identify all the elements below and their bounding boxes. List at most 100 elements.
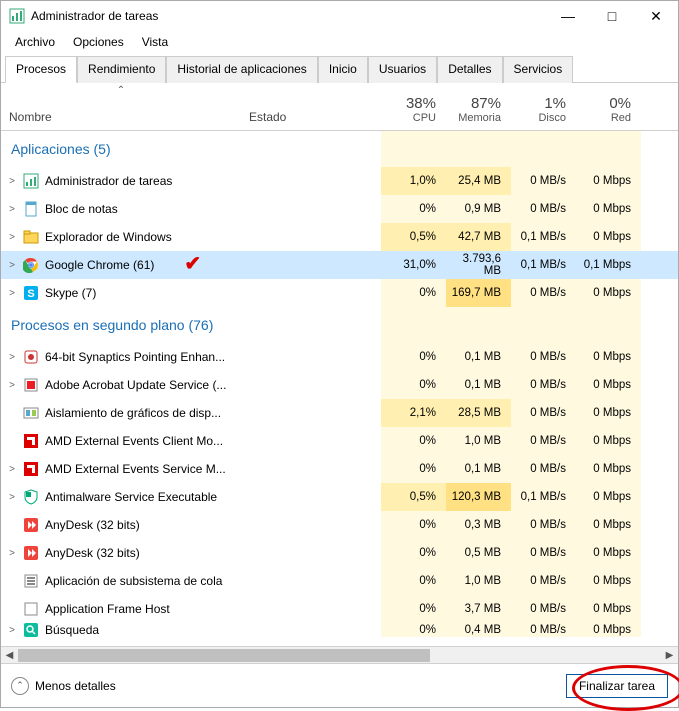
expand-icon[interactable]: > — [3, 352, 21, 363]
scrollbar-thumb[interactable] — [18, 649, 430, 662]
cpu-cell: 0% — [381, 427, 446, 455]
process-name: Búsqueda — [45, 623, 99, 637]
menu-item[interactable]: Opciones — [65, 33, 132, 51]
close-button[interactable]: ✕ — [634, 1, 678, 31]
cpu-cell: 0% — [381, 539, 446, 567]
disk-cell: 0 MB/s — [511, 623, 576, 637]
disk-cell: 0 MB/s — [511, 595, 576, 623]
process-row[interactable]: >Búsqueda0%0,4 MB0 MB/s0 Mbps — [1, 623, 678, 637]
group-header: Aplicaciones (5) — [1, 131, 678, 167]
process-row[interactable]: >Bloc de notas0%0,9 MB0 MB/s0 Mbps — [1, 195, 678, 223]
end-task-button[interactable]: Finalizar tarea — [566, 674, 668, 698]
scroll-left-icon[interactable]: ◀ — [1, 647, 18, 664]
process-row[interactable]: >Adobe Acrobat Update Service (...0%0,1 … — [1, 371, 678, 399]
group-header: Procesos en segundo plano (76) — [1, 307, 678, 343]
process-row[interactable]: >AnyDesk (32 bits)0%0,5 MB0 MB/s0 Mbps — [1, 539, 678, 567]
process-name: AnyDesk (32 bits) — [45, 518, 140, 532]
process-icon — [23, 433, 39, 449]
network-cell: 0 Mbps — [576, 343, 641, 371]
process-row[interactable]: AnyDesk (32 bits)0%0,3 MB0 MB/s0 Mbps — [1, 511, 678, 539]
expand-icon[interactable]: > — [3, 380, 21, 391]
process-row[interactable]: >Explorador de Windows0,5%42,7 MB0,1 MB/… — [1, 223, 678, 251]
maximize-button[interactable]: □ — [590, 1, 634, 31]
expand-icon[interactable]: > — [3, 625, 21, 636]
process-icon — [23, 349, 39, 365]
tab[interactable]: Inicio — [318, 56, 368, 83]
process-icon — [23, 622, 39, 638]
tab[interactable]: Usuarios — [368, 56, 437, 83]
column-memory[interactable]: 87% Memoria — [446, 83, 511, 130]
column-network[interactable]: 0% Red — [576, 83, 641, 130]
process-row[interactable]: >AMD External Events Service M...0%0,1 M… — [1, 455, 678, 483]
tab[interactable]: Servicios — [503, 56, 574, 83]
minimize-button[interactable]: ― — [546, 1, 590, 31]
cpu-cell: 0% — [381, 279, 446, 307]
memory-cell: 0,4 MB — [446, 623, 511, 637]
tab[interactable]: Detalles — [437, 56, 502, 83]
memory-cell: 3,7 MB — [446, 595, 511, 623]
disk-cell: 0 MB/s — [511, 195, 576, 223]
network-cell: 0 Mbps — [576, 399, 641, 427]
expand-icon[interactable]: > — [3, 464, 21, 475]
footer: ⌃ Menos detalles Finalizar tarea — [1, 663, 678, 707]
process-row[interactable]: >SSkype (7)0%169,7 MB0 MB/s0 Mbps — [1, 279, 678, 307]
process-icon — [23, 377, 39, 393]
column-name-label: Nombre — [9, 110, 233, 124]
column-name[interactable]: ⌃ Nombre — [1, 83, 241, 130]
network-label: Red — [578, 112, 631, 124]
expand-icon[interactable]: > — [3, 288, 21, 299]
network-cell: 0,1 Mbps — [576, 251, 641, 279]
tab[interactable]: Historial de aplicaciones — [166, 56, 317, 83]
process-row[interactable]: AMD External Events Client Mo...0%1,0 MB… — [1, 427, 678, 455]
network-cell: 0 Mbps — [576, 223, 641, 251]
fewer-details-button[interactable]: ⌃ Menos detalles — [11, 677, 116, 695]
process-icon — [23, 405, 39, 421]
tab[interactable]: Procesos — [5, 56, 77, 83]
column-disk[interactable]: 1% Disco — [511, 83, 576, 130]
process-row[interactable]: Application Frame Host0%3,7 MB0 MB/s0 Mb… — [1, 595, 678, 623]
expand-icon[interactable]: > — [3, 548, 21, 559]
expand-icon[interactable]: > — [3, 232, 21, 243]
process-name: Google Chrome (61) — [45, 258, 154, 272]
network-cell: 0 Mbps — [576, 539, 641, 567]
disk-cell: 0,1 MB/s — [511, 223, 576, 251]
process-name: Skype (7) — [45, 286, 96, 300]
menu-item[interactable]: Vista — [134, 33, 176, 51]
fewer-details-label: Menos detalles — [35, 679, 116, 693]
process-row[interactable]: Aislamiento de gráficos de disp...2,1%28… — [1, 399, 678, 427]
cpu-cell: 0,5% — [381, 483, 446, 511]
process-name: Antimalware Service Executable — [45, 490, 217, 504]
process-row[interactable]: >Google Chrome (61)✔31,0%3.793,6 MB0,1 M… — [1, 251, 678, 279]
process-name: Bloc de notas — [45, 202, 118, 216]
horizontal-scrollbar[interactable]: ◀ ▶ — [1, 646, 678, 663]
process-row[interactable]: Aplicación de subsistema de cola0%1,0 MB… — [1, 567, 678, 595]
cpu-cell: 0% — [381, 455, 446, 483]
title-bar: Administrador de tareas ― □ ✕ — [1, 1, 678, 31]
process-list[interactable]: Aplicaciones (5)>Administrador de tareas… — [1, 131, 678, 646]
process-name: AnyDesk (32 bits) — [45, 546, 140, 560]
expand-icon[interactable]: > — [3, 204, 21, 215]
memory-cell: 0,3 MB — [446, 511, 511, 539]
cpu-cell: 0% — [381, 195, 446, 223]
cpu-cell: 31,0% — [381, 251, 446, 279]
column-status[interactable]: Estado — [241, 83, 381, 130]
svg-text:S: S — [27, 288, 34, 300]
expand-icon[interactable]: > — [3, 176, 21, 187]
memory-cell: 28,5 MB — [446, 399, 511, 427]
network-cell: 0 Mbps — [576, 427, 641, 455]
process-row[interactable]: >Antimalware Service Executable0,5%120,3… — [1, 483, 678, 511]
process-row[interactable]: >Administrador de tareas1,0%25,4 MB0 MB/… — [1, 167, 678, 195]
process-icon — [23, 257, 39, 273]
memory-cell: 3.793,6 MB — [446, 251, 511, 279]
expand-icon[interactable]: > — [3, 492, 21, 503]
network-cell: 0 Mbps — [576, 511, 641, 539]
process-icon — [23, 573, 39, 589]
network-percent: 0% — [578, 95, 631, 112]
tab[interactable]: Rendimiento — [77, 56, 166, 83]
process-row[interactable]: >64-bit Synaptics Pointing Enhan...0%0,1… — [1, 343, 678, 371]
network-cell: 0 Mbps — [576, 167, 641, 195]
column-cpu[interactable]: 38% CPU — [381, 83, 446, 130]
menu-item[interactable]: Archivo — [7, 33, 63, 51]
scroll-right-icon[interactable]: ▶ — [661, 647, 678, 664]
expand-icon[interactable]: > — [3, 260, 21, 271]
